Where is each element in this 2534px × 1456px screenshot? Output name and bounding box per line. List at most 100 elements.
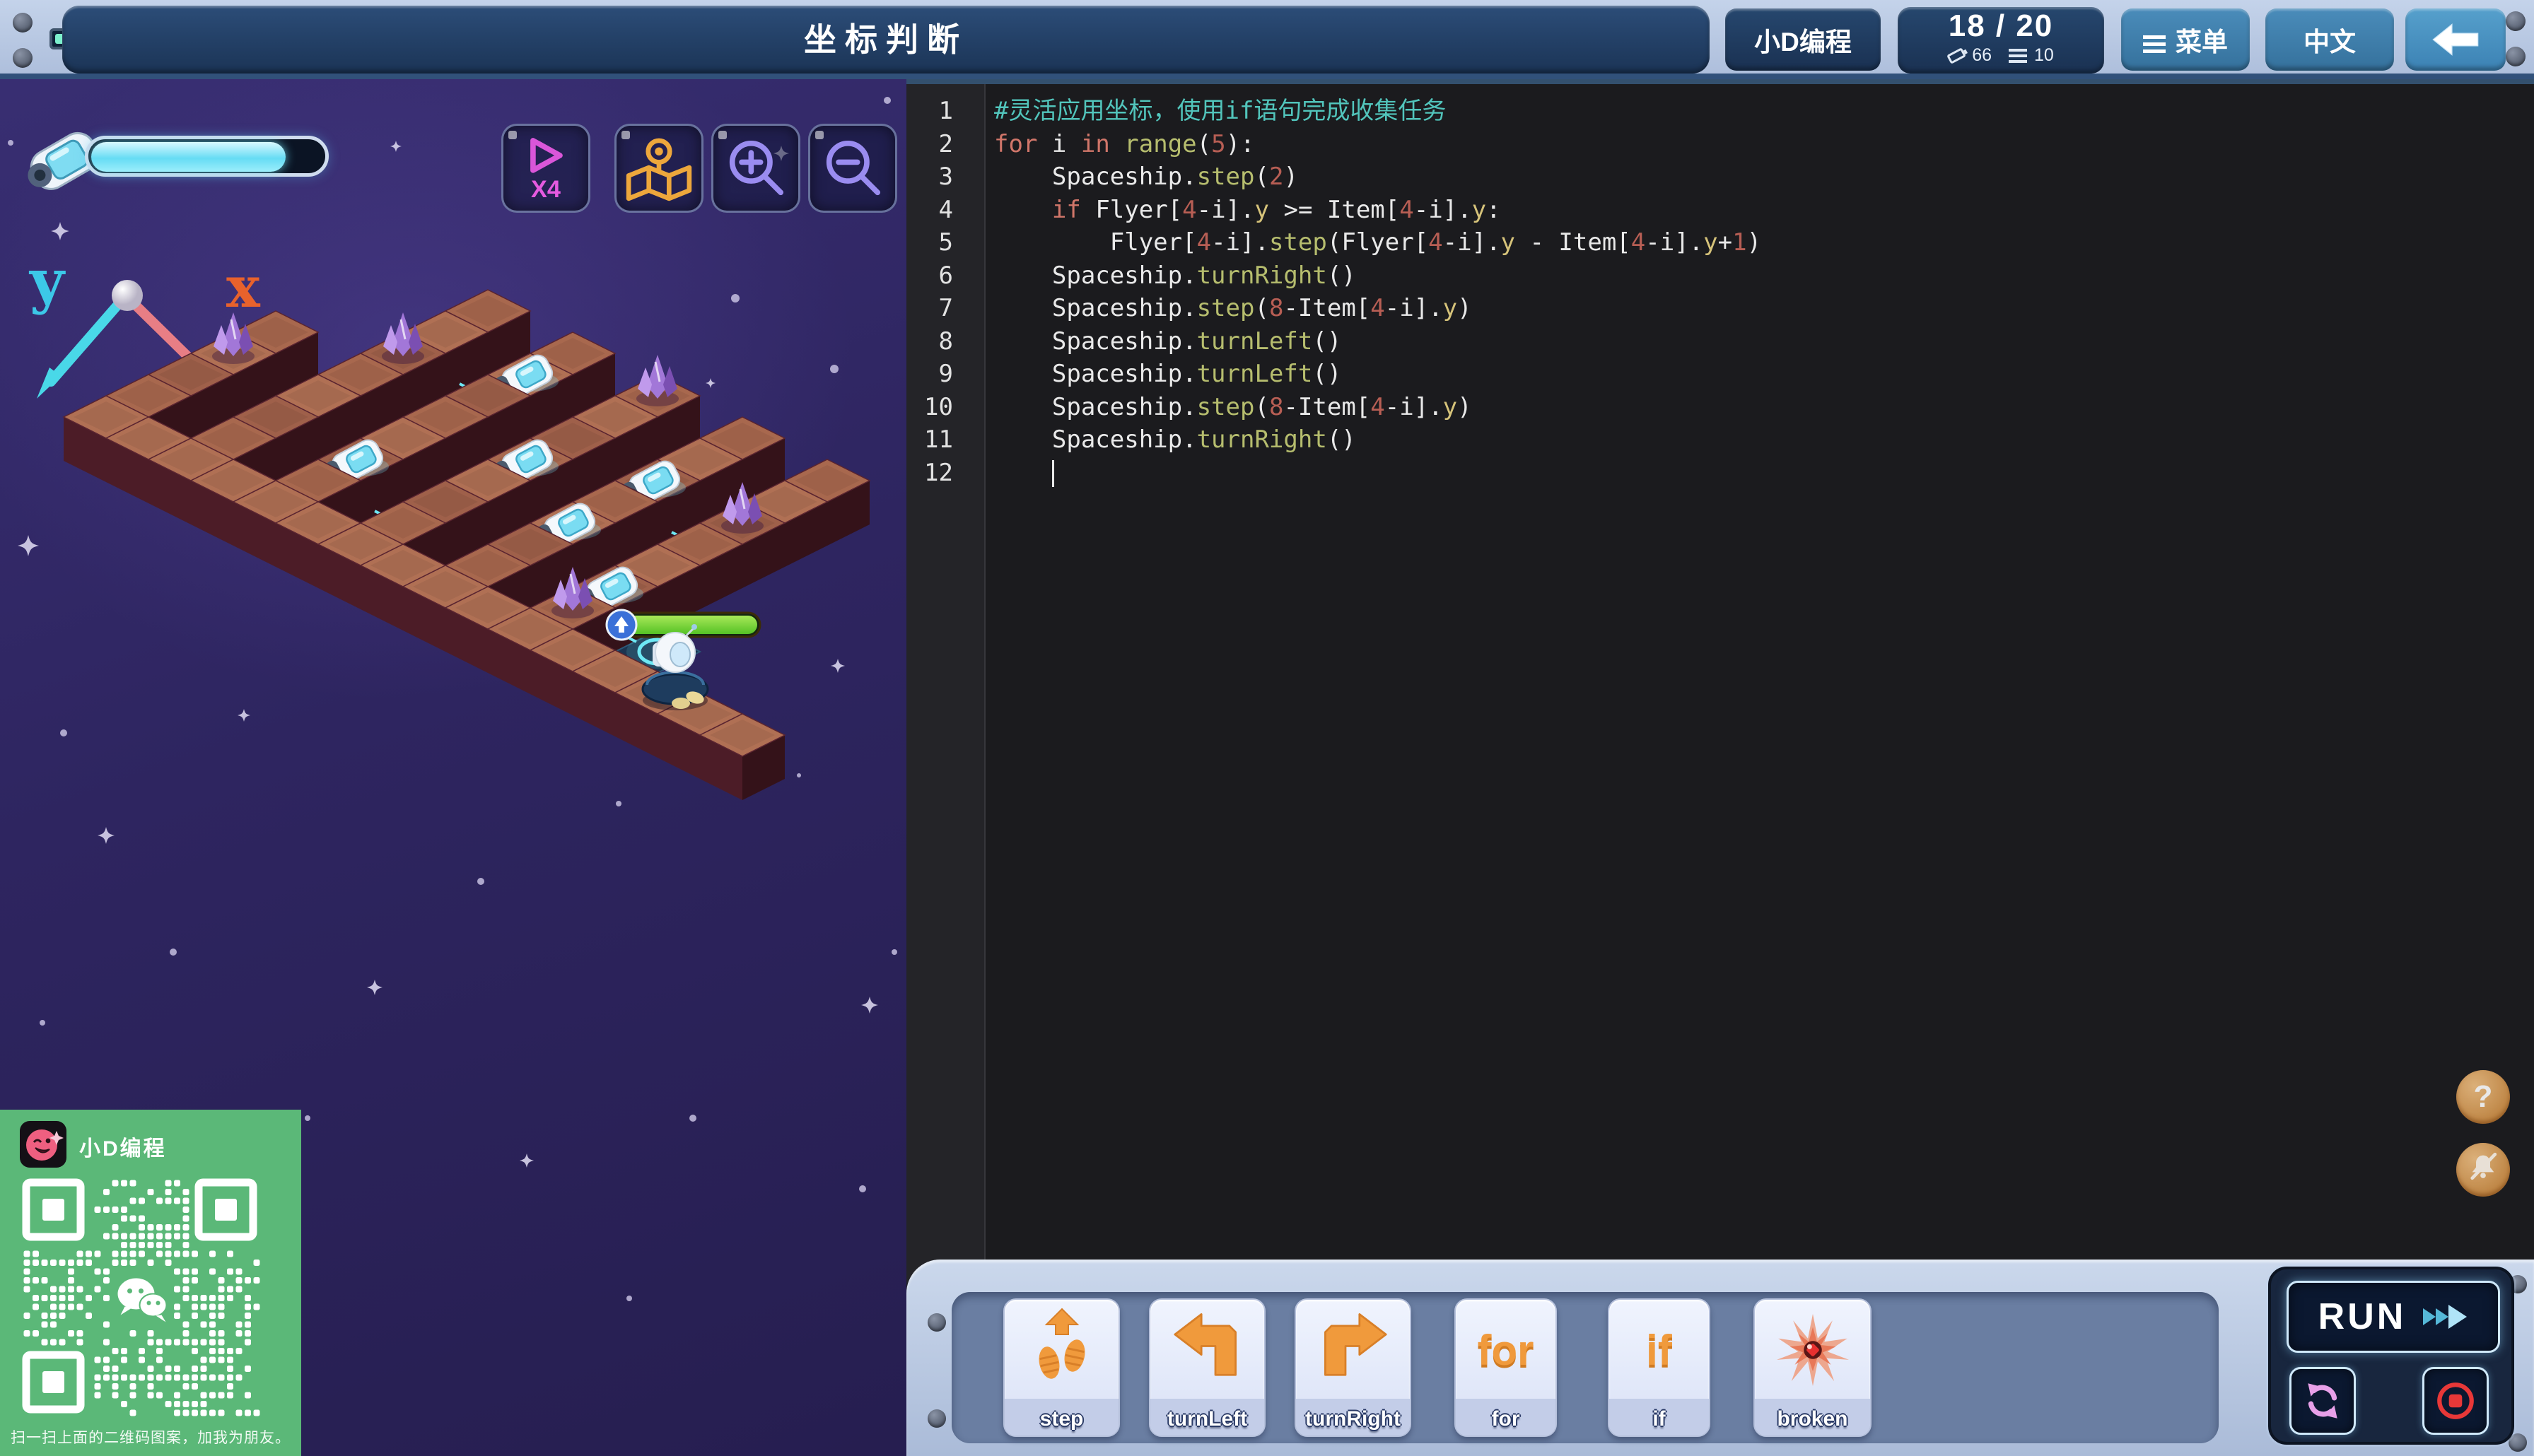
code-line-12[interactable]: 12 xyxy=(906,457,2534,490)
ground-block xyxy=(783,459,871,546)
battery-item xyxy=(580,566,643,613)
code-editor[interactable]: 1 #灵活应用坐标，使用if语句完成收集任务 2 for i in range(5):… xyxy=(906,79,2534,1456)
bolt-icon xyxy=(928,1313,946,1332)
ground-block xyxy=(274,459,362,546)
ground-block xyxy=(571,650,659,736)
ground-block xyxy=(614,544,701,630)
code-line-9[interactable]: 9 Spaceship.turnLeft() xyxy=(906,358,2534,391)
energy-progress-bar xyxy=(85,136,329,177)
bolt-icon xyxy=(13,48,33,68)
speed-x4-button[interactable]: X4 xyxy=(501,124,590,213)
ground-block xyxy=(317,353,404,440)
back-button[interactable] xyxy=(2405,8,2506,71)
game-viewport: y x X4 小D编程 扫一扫上面的二维码图案，加我为朋友。 xyxy=(0,79,906,1456)
block-if[interactable]: if if xyxy=(1608,1298,1710,1437)
ground-block xyxy=(444,459,532,546)
for-icon: for xyxy=(1477,1326,1534,1374)
line-number: 7 xyxy=(938,294,953,322)
ground-block xyxy=(402,395,489,482)
ground-block xyxy=(232,310,320,397)
code-lines[interactable]: 1 #灵活应用坐标，使用if语句完成收集任务 2 for i in range(5):… xyxy=(906,95,2534,489)
block-turnRight[interactable]: turnRight xyxy=(1295,1298,1411,1437)
code-line-1[interactable]: 1 #灵活应用坐标，使用if语句完成收集任务 xyxy=(906,95,2534,128)
ground-block xyxy=(444,544,532,630)
brand-button[interactable]: 小D编程 xyxy=(1725,8,1881,71)
battery-item xyxy=(537,503,601,549)
ground-block xyxy=(656,438,744,524)
ground-block xyxy=(359,331,447,418)
code-line-7[interactable]: 7 Spaceship.step(8-Item[4-i].y) xyxy=(906,292,2534,325)
bolt-icon xyxy=(13,13,33,33)
block-label: step xyxy=(1039,1407,1084,1431)
turnRight-icon xyxy=(1296,1304,1410,1396)
line-number: 12 xyxy=(924,458,953,487)
ground-block xyxy=(444,374,532,461)
block-for[interactable]: for for xyxy=(1454,1298,1557,1437)
minimap-button[interactable] xyxy=(614,124,703,213)
ground-block xyxy=(317,438,404,524)
clock-pad xyxy=(358,502,448,547)
block-broken[interactable]: broken xyxy=(1753,1298,1872,1437)
code-line-11[interactable]: 11 Spaceship.turnRight() xyxy=(906,423,2534,457)
health-bar xyxy=(605,609,761,641)
run-panel: RUN xyxy=(2268,1267,2514,1445)
block-step[interactable]: step xyxy=(1003,1298,1120,1437)
run-button[interactable]: RUN xyxy=(2287,1281,2500,1353)
bolt-icon xyxy=(2506,11,2526,31)
game-scene xyxy=(62,289,871,800)
ground-block xyxy=(571,480,659,567)
ground-block xyxy=(741,480,829,567)
block-tray: step turnLeft turnRight for for if if broken xyxy=(952,1292,2219,1443)
block-label: broken xyxy=(1777,1407,1848,1431)
crystal-item xyxy=(551,567,594,618)
text-cursor xyxy=(1051,460,1054,487)
language-button[interactable]: 中文 xyxy=(2265,8,2394,71)
ground-block xyxy=(486,438,574,524)
crystal-item xyxy=(721,482,764,534)
ground-block xyxy=(189,331,277,418)
zoom-in-button[interactable] xyxy=(711,124,800,213)
blocks-count: 10 xyxy=(2034,45,2054,65)
ground-block xyxy=(614,671,701,758)
block-turnLeft[interactable]: turnLeft xyxy=(1149,1298,1266,1437)
left-arrow-icon xyxy=(2432,23,2479,56)
zoom-out-button[interactable] xyxy=(808,124,897,213)
ground-block xyxy=(105,416,192,503)
code-line-8[interactable]: 8 Spaceship.turnLeft() xyxy=(906,325,2534,358)
ground-block xyxy=(699,713,786,800)
help-button[interactable]: ? xyxy=(2456,1070,2510,1124)
ground-block xyxy=(444,289,532,376)
code-line-10[interactable]: 10 Spaceship.step(8-Item[4-i].y) xyxy=(906,391,2534,424)
code-line-6[interactable]: 6 Spaceship.turnRight() xyxy=(906,259,2534,293)
reset-button[interactable] xyxy=(2289,1367,2356,1435)
code-line-2[interactable]: 2 for i in range(5): xyxy=(906,128,2534,161)
brand-logo-icon xyxy=(20,1121,66,1168)
line-number: 6 xyxy=(938,261,953,290)
code-line-5[interactable]: 5 Flyer[4-i].step(Flyer[4-i].y - Item[4-… xyxy=(906,226,2534,259)
turnLeft-icon xyxy=(1150,1304,1264,1396)
battery-icon xyxy=(1946,47,1967,64)
qr-code xyxy=(22,1178,260,1416)
stop-button[interactable] xyxy=(2422,1367,2489,1435)
ground-block xyxy=(359,501,447,588)
ground-block xyxy=(699,501,786,588)
ground-block xyxy=(232,480,320,567)
menu-button[interactable]: 菜单 xyxy=(2121,8,2250,71)
lines-icon xyxy=(2009,48,2027,52)
ground-block xyxy=(529,416,617,503)
code-line-4[interactable]: 4 if Flyer[4-i].y >= Item[4-i].y: xyxy=(906,194,2534,227)
sound-off-button[interactable] xyxy=(2456,1143,2510,1197)
code-line-3[interactable]: 3 Spaceship.step(2) xyxy=(906,160,2534,194)
ground-block xyxy=(571,395,659,482)
block-label: if xyxy=(1652,1407,1666,1431)
help-icon: ? xyxy=(2473,1079,2493,1114)
menu-icon xyxy=(2143,35,2166,39)
if-icon: if xyxy=(1646,1326,1672,1374)
qr-brand-label: 小D编程 xyxy=(79,1137,167,1161)
crystal-item xyxy=(636,355,679,406)
line-number: 8 xyxy=(938,327,953,356)
line-number: 1 xyxy=(938,97,953,125)
fast-forward-icon xyxy=(2423,1305,2468,1329)
clock-pad xyxy=(655,523,745,568)
battery-item xyxy=(495,354,559,401)
